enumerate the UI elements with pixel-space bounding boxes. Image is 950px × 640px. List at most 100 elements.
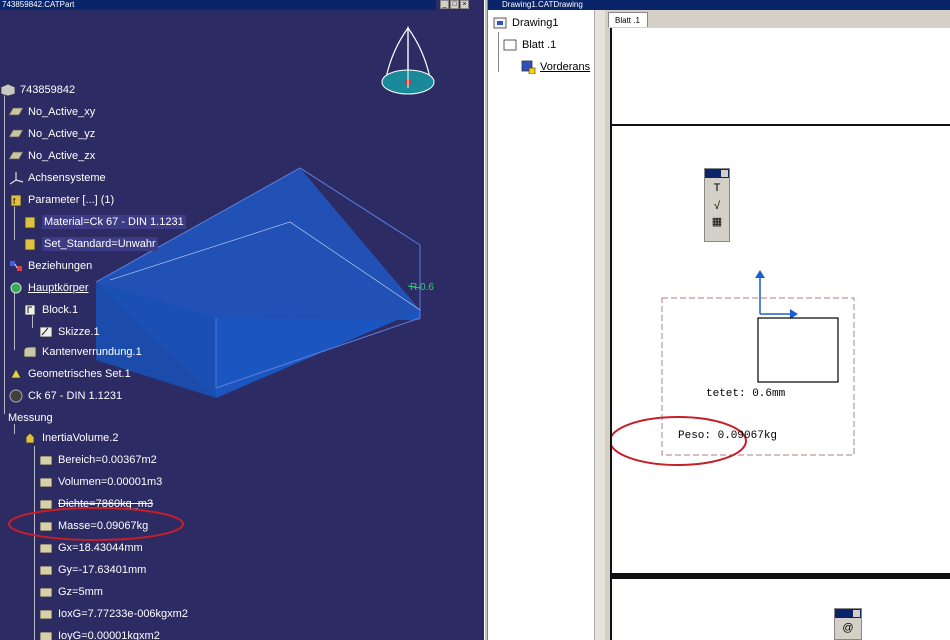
block-front-face[interactable] (216, 310, 420, 398)
tree-item-plane-xy[interactable]: No_Active_xy (8, 102, 95, 122)
tree-item-block[interactable]: Block.1 (22, 300, 78, 320)
tree-item-material-param[interactable]: Material=Ck 67 - DIN 1.1231 (22, 212, 186, 232)
geometric-set-icon (10, 368, 22, 379)
generation-toolbar[interactable]: @ (834, 608, 862, 640)
tree-label: Vorderans (540, 61, 591, 73)
maximize-button[interactable]: □ (450, 0, 459, 9)
tree-label: No_Active_zx (28, 150, 96, 162)
spiral-icon[interactable]: @ (835, 618, 861, 638)
tree-label: Material=Ck 67 - DIN 1.1231 (42, 215, 186, 229)
tree-label: Volumen=0.00001m3 (58, 476, 163, 488)
peso-text[interactable]: Peso: 0.09067kg (678, 430, 777, 442)
tree-label: Blatt .1 (522, 39, 557, 51)
tree-item-edge-fillet[interactable]: Kantenverrundung.1 (22, 342, 142, 362)
material-icon (9, 389, 23, 403)
measure-param-icon (39, 587, 53, 598)
tree-item-measurement[interactable]: Messung (0, 408, 53, 428)
parameter-icon: f (10, 194, 22, 207)
sheet-icon (503, 39, 517, 51)
pad-icon (24, 304, 36, 316)
tree-item-volume[interactable]: Volumen=0.00001m3 (38, 472, 162, 492)
tree-item-drawing[interactable]: Drawing1 (492, 16, 558, 30)
tree-item-material[interactable]: Ck 67 - DIN 1.1231 (8, 386, 122, 406)
tree-label: Hauptkörper (28, 282, 89, 294)
tree-label: Kantenverrundung.1 (42, 346, 142, 358)
tree-item-sheet[interactable]: Blatt .1 (502, 38, 556, 52)
tree-label: Drawing1 (512, 17, 559, 29)
plane-icon (8, 107, 24, 116)
tab-sheet-1[interactable]: Blatt .1 (608, 12, 648, 27)
relations-icon (10, 261, 22, 271)
tree-item-mass[interactable]: Masse=0.09067kg (38, 516, 148, 536)
tree-label: Achsensysteme (28, 172, 106, 184)
tree-label: InertiaVolume.2 (42, 432, 119, 444)
tree-label: Dichte=7860kg_m3 (58, 498, 154, 510)
tree-item-density[interactable]: Dichte=7860kg_m3 (38, 494, 153, 514)
tree-item-main-body[interactable]: Hauptkörper (8, 278, 89, 298)
tree-item-gz[interactable]: Gz=5mm (38, 582, 103, 602)
tree-label: Block.1 (42, 304, 79, 316)
tree-label: 743859842 (20, 84, 76, 96)
tree-item-gy[interactable]: Gy=-17.63401mm (38, 560, 146, 580)
measure-param-icon (39, 609, 53, 620)
plane-icon (8, 151, 24, 160)
tree-label: No_Active_xy (28, 106, 96, 118)
parameter-icon (24, 238, 36, 251)
drawing-window-title: Drawing1.CATDrawing (488, 0, 950, 10)
body-icon (10, 282, 22, 294)
part-window-title: 743859842.CATPart (0, 0, 436, 10)
drawing-icon (493, 17, 507, 29)
tree-scrollbar[interactable] (594, 10, 605, 640)
part-icon (0, 83, 16, 97)
tree-label: Gx=18.43044mm (58, 542, 143, 554)
tree-item-front-view[interactable]: Vorderans (520, 60, 590, 74)
close-button[interactable]: × (460, 0, 469, 9)
drawing-window: Drawing1.CATDrawing Drawing1 Blatt .1 Vo… (488, 0, 950, 640)
tree-item-gx[interactable]: Gx=18.43044mm (38, 538, 143, 558)
part-window: 743859842.CATPart _ □ × R 0.6 743859842 (0, 0, 484, 640)
view-icon (521, 60, 536, 74)
tree-label: Set_Standard=Unwahr (42, 237, 158, 251)
tree-item-plane-zx[interactable]: No_Active_zx (8, 146, 95, 166)
tree-item-root[interactable]: 743859842 (0, 80, 75, 100)
view-frame[interactable] (612, 28, 950, 640)
plane-icon (8, 129, 24, 138)
tree-label: Bereich=0.00367m2 (58, 454, 157, 466)
tree-label: Parameter [...] (1) (28, 194, 115, 206)
tree-label: Gz=5mm (58, 586, 103, 598)
tree-item-plane-yz[interactable]: No_Active_yz (8, 124, 95, 144)
tree-label: Messung (8, 412, 53, 424)
tetet-text[interactable]: tetet: 0.6mm (706, 388, 785, 400)
tree-item-ioxg[interactable]: IoxG=7.77233e-006kgxm2 (38, 604, 188, 624)
part-front-view[interactable] (757, 317, 839, 383)
measure-param-icon (39, 499, 53, 510)
tree-item-geometric-set[interactable]: Geometrisches Set.1 (8, 364, 131, 384)
tree-item-sketch[interactable]: Skizze.1 (38, 322, 100, 342)
drawing-spec-tree: Drawing1 Blatt .1 Vorderans (488, 10, 595, 640)
part-window-controls: _ □ × (440, 0, 469, 10)
tree-label: IoyG=0.00001kgxm2 (58, 630, 160, 640)
tree-item-ioyg[interactable]: IoyG=0.00001kgxm2 (38, 626, 160, 640)
measure-param-icon (39, 565, 53, 576)
tree-label: Ck 67 - DIN 1.1231 (28, 390, 123, 402)
tree-item-inertia-volume[interactable]: InertiaVolume.2 (22, 428, 118, 448)
tree-label: IoxG=7.77233e-006kgxm2 (58, 608, 188, 620)
tree-item-parameters[interactable]: f Parameter [...] (1) (8, 190, 114, 210)
tree-label: Masse=0.09067kg (58, 520, 149, 532)
measure-param-icon (39, 477, 53, 488)
tree-label: Geometrisches Set.1 (28, 368, 131, 380)
minimize-button[interactable]: _ (440, 0, 449, 9)
axis-system-icon (9, 172, 24, 185)
tree-item-set-standard[interactable]: Set_Standard=Unwahr (22, 234, 158, 254)
fillet-icon (23, 346, 37, 358)
fillet-label: R 0.6 (410, 282, 434, 293)
measure-param-icon (39, 521, 53, 532)
tree-label: Skizze.1 (58, 326, 100, 338)
tree-item-relations[interactable]: Beziehungen (8, 256, 92, 276)
tree-item-area[interactable]: Bereich=0.00367m2 (38, 450, 157, 470)
tree-item-axis-systems[interactable]: Achsensysteme (8, 168, 106, 188)
drawing-sheet[interactable]: T √ ▦ tetet: 0.6mm Peso: 0.09067kg @ (610, 28, 950, 640)
tree-label: No_Active_yz (28, 128, 96, 140)
compass-icon[interactable] (381, 26, 435, 95)
sketch-icon (39, 326, 53, 338)
